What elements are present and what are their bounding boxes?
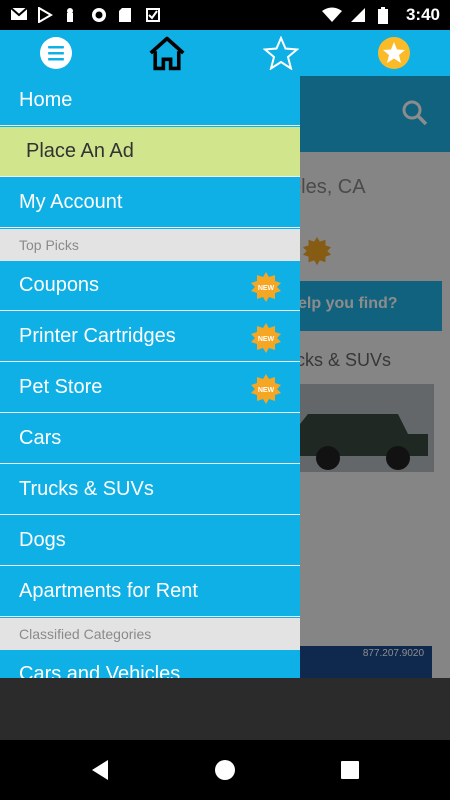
menu-button[interactable]: [37, 34, 75, 72]
sd-card-icon: [118, 7, 136, 23]
bottom-empty-area: [0, 678, 450, 740]
home-nav-button[interactable]: [213, 758, 237, 782]
battery-icon: [377, 7, 396, 24]
drawer-item-label: Dogs: [19, 529, 66, 551]
recents-button[interactable]: [338, 758, 362, 782]
checkbox-icon: [145, 7, 163, 23]
drawer-item-label: My Account: [19, 191, 123, 213]
home-circle-icon: [215, 760, 235, 780]
new-badge-icon: NEW: [251, 272, 281, 302]
drawer-item-label: Coupons: [19, 274, 100, 296]
record-icon: [91, 7, 109, 23]
navigation-drawer: Home Place An Ad My Account Top Picks Co…: [0, 76, 300, 678]
signal-icon: [350, 7, 368, 23]
wifi-icon: [321, 7, 342, 23]
top-app-bar: [0, 30, 450, 76]
star-outline-icon: [263, 36, 299, 70]
drawer-item-pet-store[interactable]: Pet Store NEW: [0, 363, 300, 413]
drawer-item-label: Cars: [19, 427, 62, 449]
drawer-item-home[interactable]: Home: [0, 76, 300, 126]
drawer-item-coupons[interactable]: Coupons NEW: [0, 261, 300, 311]
drawer-item-label: Printer Cartridges: [19, 325, 176, 347]
drawer-item-dogs[interactable]: Dogs: [0, 516, 300, 566]
keyhole-icon: [64, 7, 82, 23]
play-store-icon: [37, 6, 55, 24]
status-bar: 3:40: [0, 0, 450, 30]
gmail-icon: [10, 7, 28, 23]
drawer-item-label: Place An Ad: [26, 140, 134, 162]
drawer-item-place-an-ad[interactable]: Place An Ad: [0, 127, 300, 177]
drawer-item-my-account[interactable]: My Account: [0, 178, 300, 228]
drawer-item-label: Trucks & SUVs: [19, 478, 154, 500]
new-badge-text: NEW: [258, 336, 275, 343]
section-header-label: Classified Categories: [19, 626, 152, 642]
drawer-item-apartments-for-rent[interactable]: Apartments for Rent: [0, 567, 300, 617]
status-time: 3:40: [405, 5, 440, 24]
back-button[interactable]: [88, 758, 112, 782]
drawer-item-label: Cars and Vehicles: [19, 663, 181, 678]
section-header-label: Top Picks: [19, 237, 79, 253]
new-badge-icon: NEW: [251, 323, 281, 353]
drawer-item-cars-and-vehicles[interactable]: Cars and Vehicles: [0, 650, 300, 678]
system-navigation-bar: [0, 740, 450, 800]
favorite-star-icon: [378, 37, 410, 69]
new-badge-icon: NEW: [251, 374, 281, 404]
drawer-item-cars[interactable]: Cars: [0, 414, 300, 464]
section-header-top-picks: Top Picks: [0, 229, 300, 261]
drawer-item-label: Pet Store: [19, 376, 103, 398]
favorites-button[interactable]: [262, 34, 300, 72]
new-badge-text: NEW: [258, 387, 275, 394]
drawer-item-label: Home: [19, 89, 73, 111]
drawer-item-trucks-suvs[interactable]: Trucks & SUVs: [0, 465, 300, 515]
home-button[interactable]: [148, 34, 186, 72]
drawer-item-printer-cartridges[interactable]: Printer Cartridges NEW: [0, 312, 300, 362]
menu-icon: [40, 37, 72, 69]
favorite-star-button[interactable]: [375, 34, 413, 72]
section-header-classified-categories: Classified Categories: [0, 618, 300, 650]
drawer-item-label: Apartments for Rent: [19, 580, 198, 602]
back-icon: [92, 760, 108, 780]
new-badge-text: NEW: [258, 285, 275, 292]
recents-square-icon: [341, 761, 359, 779]
home-icon: [149, 36, 185, 71]
